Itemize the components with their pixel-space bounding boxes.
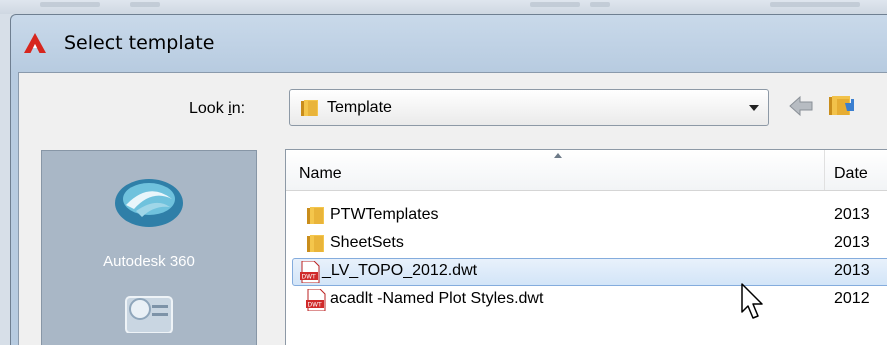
file-name: PTWTemplates (330, 206, 439, 223)
file-date: 2012 (834, 290, 870, 307)
list-item[interactable]: SheetSets 2013 (286, 229, 887, 257)
svg-text:DWT: DWT (308, 302, 323, 309)
file-name: _LV_TOPO_2012.dwt (322, 262, 478, 279)
file-date: 2013 (834, 234, 870, 251)
title-bar[interactable]: Select template (11, 15, 887, 71)
folder-icon (307, 235, 324, 252)
dialog-title: Select template (64, 32, 215, 54)
places-bar: Autodesk 360 (41, 150, 257, 345)
history-icon[interactable] (114, 289, 184, 333)
list-item-selected[interactable]: DWT _LV_TOPO_2012.dwt 2013 (286, 257, 887, 286)
dwt-file-icon: DWT (306, 289, 326, 311)
look-in-label: Look in: (189, 100, 246, 117)
column-header-name[interactable]: Name (286, 150, 825, 190)
autocad-logo-icon (24, 33, 46, 53)
file-name: acadlt -Named Plot Styles.dwt (330, 290, 544, 307)
folder-icon (301, 100, 318, 116)
dwt-file-icon: DWT (300, 261, 320, 283)
mouse-pointer-icon (741, 283, 763, 319)
back-arrow-icon[interactable] (788, 95, 814, 117)
list-item[interactable]: PTWTemplates 2013 (286, 201, 887, 229)
look-in-dropdown[interactable]: Template (289, 89, 769, 126)
chevron-down-icon[interactable] (749, 105, 759, 111)
folder-icon (307, 207, 324, 224)
background-window-strip (0, 0, 887, 14)
look-in-value: Template (327, 99, 392, 116)
sort-ascending-icon (554, 153, 562, 158)
column-header-row: Name Date (286, 150, 887, 191)
list-item[interactable]: DWT acadlt -Named Plot Styles.dwt 2012 (286, 285, 887, 313)
column-header-date[interactable]: Date (834, 165, 868, 183)
svg-text:DWT: DWT (302, 274, 317, 281)
up-one-level-icon[interactable] (827, 91, 855, 119)
file-list[interactable]: Name Date PTWTemplates 2013 SheetSets 20… (285, 149, 887, 345)
place-label-autodesk-360[interactable]: Autodesk 360 (42, 253, 256, 270)
file-date: 2013 (834, 262, 870, 279)
file-name: SheetSets (330, 234, 404, 251)
file-date: 2013 (834, 206, 870, 223)
autodesk-360-icon[interactable] (112, 175, 186, 231)
